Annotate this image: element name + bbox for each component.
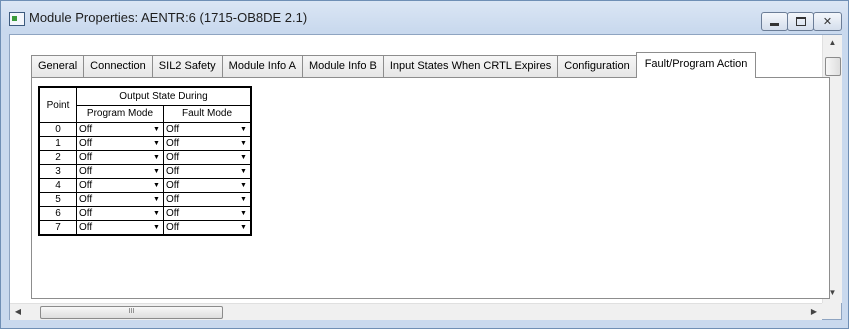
fault-mode-value: Off [166, 124, 180, 135]
point-number: 0 [38, 122, 77, 137]
close-button[interactable]: ✕ [813, 12, 842, 31]
program-mode-select[interactable]: Off ▼ [76, 122, 164, 137]
fault-mode-value: Off [166, 208, 180, 219]
minimize-icon [770, 23, 779, 26]
size-grip[interactable] [822, 303, 841, 319]
tab-configuration[interactable]: Configuration [557, 55, 637, 77]
tab-fault-program-action[interactable]: Fault/Program Action [635, 52, 757, 78]
program-mode-value: Off [79, 194, 93, 205]
program-mode-value: Off [79, 180, 93, 191]
fault-mode-select[interactable]: Off ▼ [163, 136, 252, 151]
output-state-group-header: Output State During [76, 86, 252, 106]
maximize-icon [795, 17, 806, 26]
program-mode-select[interactable]: Off ▼ [76, 164, 164, 179]
program-mode-select[interactable]: Off ▼ [76, 206, 164, 221]
minimize-button[interactable] [761, 12, 788, 31]
fault-mode-select[interactable]: Off ▼ [163, 192, 252, 207]
program-mode-value: Off [79, 166, 93, 177]
output-state-table: Point Output State During Program Mode F… [38, 86, 252, 236]
tab-connection[interactable]: Connection [83, 55, 153, 77]
point-number: 7 [38, 220, 77, 236]
scroll-left-arrow-icon[interactable]: ◀ [10, 304, 26, 320]
dropdown-arrow-icon[interactable]: ▼ [151, 208, 162, 219]
tab-module-info-b[interactable]: Module Info B [301, 55, 384, 77]
table-row: 4 Off ▼ Off ▼ [38, 178, 252, 193]
program-mode-value: Off [79, 152, 93, 163]
dropdown-arrow-icon[interactable]: ▼ [238, 138, 249, 149]
dropdown-arrow-icon[interactable]: ▼ [238, 152, 249, 163]
program-mode-value: Off [79, 222, 93, 233]
fault-mode-value: Off [166, 194, 180, 205]
title-bar[interactable]: Module Properties: AENTR:6 (1715-OB8DE 2… [1, 1, 848, 35]
point-number: 4 [38, 178, 77, 193]
fault-mode-select[interactable]: Off ▼ [163, 206, 252, 221]
dropdown-arrow-icon[interactable]: ▼ [151, 194, 162, 205]
fault-mode-value: Off [166, 180, 180, 191]
program-mode-column-header: Program Mode [76, 104, 164, 123]
dropdown-arrow-icon[interactable]: ▼ [238, 208, 249, 219]
point-number: 3 [38, 164, 77, 179]
fault-mode-value: Off [166, 166, 180, 177]
horizontal-scroll-thumb[interactable]: III [40, 306, 223, 319]
program-mode-value: Off [79, 208, 93, 219]
point-number: 5 [38, 192, 77, 207]
fault-mode-column-header: Fault Mode [163, 104, 252, 123]
table-row: 6 Off ▼ Off ▼ [38, 206, 252, 221]
fault-mode-value: Off [166, 152, 180, 163]
scroll-right-arrow-icon[interactable]: ▶ [806, 304, 822, 320]
fault-mode-select[interactable]: Off ▼ [163, 220, 252, 236]
fault-mode-select[interactable]: Off ▼ [163, 178, 252, 193]
app-icon [9, 12, 25, 26]
table-row: 7 Off ▼ Off ▼ [38, 220, 252, 236]
dropdown-arrow-icon[interactable]: ▼ [151, 180, 162, 191]
table-row: 0 Off ▼ Off ▼ [38, 122, 252, 137]
program-mode-select[interactable]: Off ▼ [76, 178, 164, 193]
tab-sil2-safety[interactable]: SIL2 Safety [151, 55, 223, 77]
program-mode-select[interactable]: Off ▼ [76, 136, 164, 151]
dropdown-arrow-icon[interactable]: ▼ [151, 166, 162, 177]
dropdown-arrow-icon[interactable]: ▼ [238, 166, 249, 177]
dropdown-arrow-icon[interactable]: ▼ [151, 222, 162, 233]
fault-mode-value: Off [166, 222, 180, 233]
dropdown-arrow-icon[interactable]: ▼ [238, 124, 249, 135]
fault-mode-select[interactable]: Off ▼ [163, 150, 252, 165]
fault-mode-select[interactable]: Off ▼ [163, 164, 252, 179]
program-mode-select[interactable]: Off ▼ [76, 220, 164, 236]
client-area: General Connection SIL2 Safety Module In… [9, 34, 842, 320]
dropdown-arrow-icon[interactable]: ▼ [151, 138, 162, 149]
maximize-button[interactable] [787, 12, 814, 31]
table-row: 2 Off ▼ Off ▼ [38, 150, 252, 165]
point-column-header: Point [38, 86, 77, 123]
dropdown-arrow-icon[interactable]: ▼ [238, 222, 249, 233]
table-row: 5 Off ▼ Off ▼ [38, 192, 252, 207]
point-number: 2 [38, 150, 77, 165]
program-mode-value: Off [79, 124, 93, 135]
program-mode-value: Off [79, 138, 93, 149]
window-title: Module Properties: AENTR:6 (1715-OB8DE 2… [29, 10, 308, 25]
dropdown-arrow-icon[interactable]: ▼ [151, 152, 162, 163]
program-mode-select[interactable]: Off ▼ [76, 150, 164, 165]
tab-strip: General Connection SIL2 Safety Module In… [31, 52, 757, 78]
fault-mode-value: Off [166, 138, 180, 149]
vertical-scroll-thumb[interactable] [825, 57, 841, 76]
table-row: 1 Off ▼ Off ▼ [38, 136, 252, 151]
dropdown-arrow-icon[interactable]: ▼ [238, 194, 249, 205]
horizontal-scrollbar[interactable]: ◀ III ▶ [10, 303, 822, 320]
close-icon: ✕ [822, 16, 833, 28]
table-row: 3 Off ▼ Off ▼ [38, 164, 252, 179]
point-number: 1 [38, 136, 77, 151]
tab-input-states[interactable]: Input States When CRTL Expires [382, 55, 559, 77]
fault-mode-select[interactable]: Off ▼ [163, 122, 252, 137]
program-mode-select[interactable]: Off ▼ [76, 192, 164, 207]
point-number: 6 [38, 206, 77, 221]
tab-module-info-a[interactable]: Module Info A [221, 55, 303, 77]
module-properties-window: Module Properties: AENTR:6 (1715-OB8DE 2… [0, 0, 849, 329]
dropdown-arrow-icon[interactable]: ▼ [238, 180, 249, 191]
dropdown-arrow-icon[interactable]: ▼ [151, 124, 162, 135]
tab-general[interactable]: General [31, 55, 85, 77]
thumb-grip-icon: III [128, 308, 135, 315]
scroll-up-arrow-icon[interactable]: ▲ [823, 35, 842, 51]
